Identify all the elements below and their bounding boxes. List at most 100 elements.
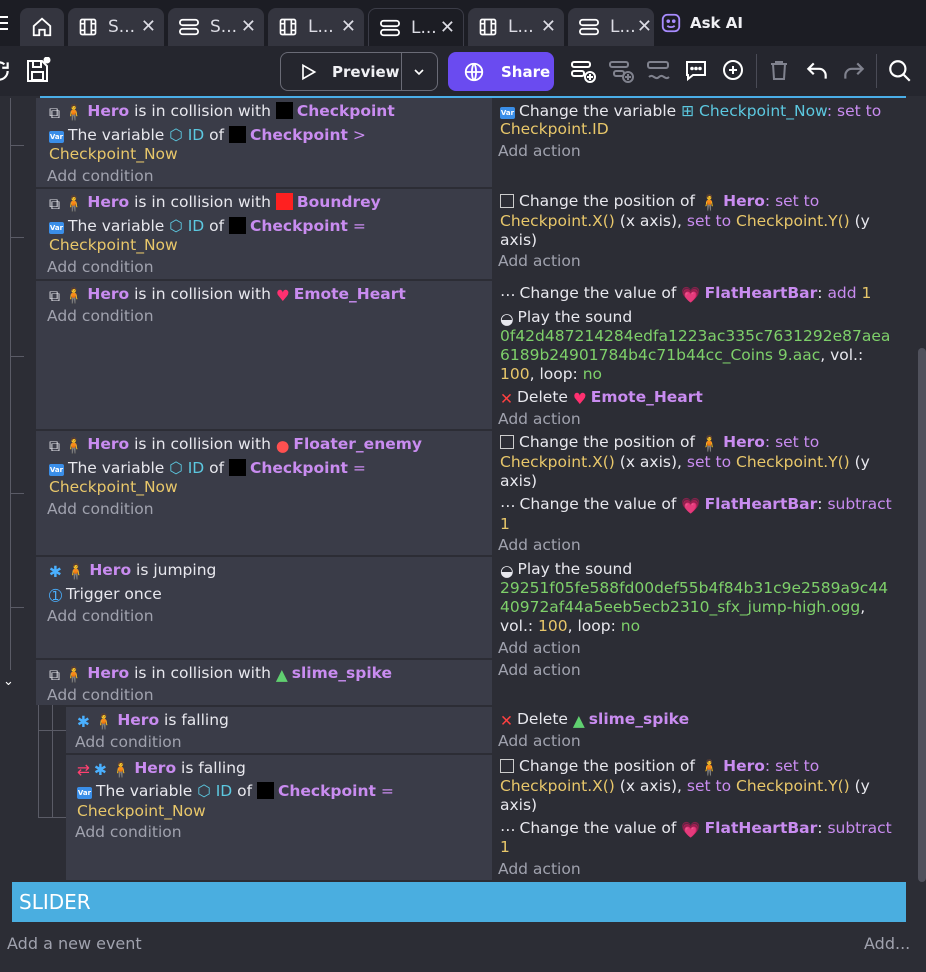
add-event-icon[interactable] (570, 58, 596, 84)
add-action-link[interactable]: Add action (498, 732, 581, 751)
add-sub-event-icon[interactable] (608, 58, 634, 84)
condition-variable[interactable]: Var The variable ⬡ ID of Checkpoint = (49, 459, 366, 478)
add-condition-link[interactable]: Add condition (75, 733, 182, 752)
tab-label: L... (610, 17, 636, 37)
action-change-position[interactable]: Change the position of 🧍 Hero: set to (500, 757, 819, 778)
share-button[interactable]: Share (448, 52, 554, 91)
add-more-link[interactable]: Add... (864, 934, 910, 953)
platformer-icon: ✱ (49, 563, 62, 581)
comment-icon[interactable] (684, 58, 708, 82)
inverted-condition-icon: ⇄ (77, 761, 90, 779)
action-play-sound[interactable]: ◒ Play the sound (500, 560, 632, 581)
condition-collision[interactable]: ⧉ 🧍 Hero is in collision with ● Floater_ene… (49, 435, 422, 456)
action-play-sound[interactable]: ◒ Play the sound (500, 308, 632, 329)
condition-collision[interactable]: ⧉ 🧍 Hero is in collision with Checkpoint (49, 102, 395, 123)
tab-label: L... (308, 17, 334, 37)
heart-bar-icon: 💗 (681, 286, 701, 304)
add-condition-link[interactable]: Add condition (47, 167, 154, 186)
add-condition-link[interactable]: Add condition (47, 307, 154, 326)
trigger-once-icon: ➀ (49, 587, 62, 605)
close-icon[interactable]: ✕ (637, 16, 652, 37)
redo-icon[interactable] (841, 58, 867, 84)
preview-button[interactable]: Preview (280, 52, 438, 91)
globe-icon (464, 62, 484, 81)
tab-label: L... (411, 17, 437, 38)
layers-icon (179, 18, 199, 36)
add-action-link[interactable]: Add action (498, 661, 581, 680)
action-delete[interactable]: ✕ Delete ♥ Emote_Heart (500, 388, 703, 409)
action-change-value[interactable]: ⋯ Change the value of 💗 FlatHeartBar: subt… (500, 495, 892, 516)
action-change-position[interactable]: Change the position of 🧍 Hero: set to (500, 433, 819, 454)
add-action-link[interactable]: Add action (498, 142, 581, 161)
condition-trigger-once[interactable]: ➀ Trigger once (49, 585, 162, 606)
heart-sprite-icon: ♥ (275, 287, 290, 305)
add-condition-link[interactable]: Add condition (47, 500, 154, 519)
ask-ai-button[interactable]: Ask AI (660, 12, 743, 34)
object-variable-icon: ⬡ (169, 126, 188, 144)
action-change-position[interactable]: Change the position of 🧍 Hero: set to (500, 192, 819, 213)
add-action-link[interactable]: Add action (498, 536, 581, 555)
variable-icon: Var (49, 131, 64, 143)
tab-1[interactable]: S... ✕ (68, 8, 164, 46)
scene-variable-icon: ⊞ (681, 102, 700, 120)
ai-face-icon (661, 13, 681, 33)
condition-collision[interactable]: ⧉ 🧍 Hero is in collision with Boundrey (49, 193, 381, 214)
add-condition-link[interactable]: Add condition (47, 258, 154, 277)
add-condition-link[interactable]: Add condition (47, 686, 154, 705)
collision-icon: ⧉ (49, 104, 61, 122)
tab-3[interactable]: L... ✕ (268, 8, 364, 46)
play-icon (302, 63, 317, 80)
home-icon (32, 17, 52, 37)
sync-icon[interactable] (0, 58, 10, 84)
condition-variable[interactable]: Var The variable ⬡ ID of Checkpoint > (49, 126, 366, 145)
search-icon[interactable] (887, 58, 913, 84)
add-action-link[interactable]: Add action (498, 639, 581, 658)
close-icon[interactable]: ✕ (440, 17, 455, 38)
menu-icon[interactable] (0, 16, 8, 30)
action-change-value[interactable]: ⋯ Change the value of 💗 FlatHeartBar: subt… (500, 819, 892, 840)
condition-collision[interactable]: ⧉ 🧍 Hero is in collision with ♥ Emote_Heart (49, 285, 406, 306)
more-icon: ⋯ (500, 286, 516, 304)
add-condition-link[interactable]: Add condition (47, 607, 154, 626)
film-icon (279, 18, 297, 36)
tab-5[interactable]: L... ✕ (468, 8, 564, 46)
add-condition-link[interactable]: Add condition (75, 823, 182, 842)
scrollbar[interactable] (918, 348, 926, 882)
condition-variable[interactable]: Var The variable ⬡ ID of Checkpoint = (49, 217, 366, 236)
boundrey-sprite-icon (275, 193, 293, 210)
close-icon[interactable]: ✕ (541, 16, 556, 37)
slime-spike-icon: ▲ (275, 666, 288, 684)
add-new-event-link[interactable]: Add a new event (7, 934, 142, 953)
add-circle-icon[interactable] (721, 58, 745, 82)
tab-2[interactable]: S... ✕ (168, 8, 264, 46)
tab-label: S... (108, 17, 136, 37)
action-change-variable[interactable]: Var Change the variable ⊞ Checkpoint_Now:… (500, 102, 881, 121)
delete-x-icon: ✕ (500, 390, 513, 408)
add-else-icon[interactable] (646, 58, 672, 84)
hero-sprite-icon: 🧍 (64, 104, 84, 122)
collapse-chevron-icon[interactable]: ⌄ (3, 674, 14, 689)
add-action-link[interactable]: Add action (498, 410, 581, 429)
add-action-link[interactable]: Add action (498, 860, 581, 879)
layers-icon (579, 18, 599, 36)
undo-icon[interactable] (804, 58, 830, 84)
condition-falling[interactable]: ✱ 🧍 Hero is falling (77, 711, 229, 732)
condition-jumping[interactable]: ✱ 🧍 Hero is jumping (49, 561, 216, 582)
condition-falling[interactable]: ⇄ ✱ 🧍 Hero is falling (77, 759, 246, 780)
add-action-link[interactable]: Add action (498, 252, 581, 271)
action-delete[interactable]: ✕ Delete ▲ slime_spike (500, 710, 689, 731)
tab-6[interactable]: L... ✕ (568, 8, 654, 46)
footer: Add a new event Add... (0, 922, 926, 972)
close-icon[interactable]: ✕ (341, 16, 356, 37)
action-change-value[interactable]: ⋯ Change the value of 💗 FlatHeartBar: add … (500, 284, 871, 305)
condition-variable[interactable]: Var The variable ⬡ ID of Checkpoint = (77, 782, 394, 801)
tab-4-active[interactable]: L... ✕ (368, 8, 464, 46)
chevron-down-icon[interactable] (411, 64, 427, 80)
save-icon[interactable] (24, 56, 52, 89)
close-icon[interactable]: ✕ (241, 16, 256, 37)
close-icon[interactable]: ✕ (141, 16, 156, 37)
group-slider[interactable]: SLIDER (12, 882, 906, 922)
trash-icon[interactable] (767, 58, 791, 82)
tab-home[interactable] (20, 8, 64, 46)
condition-collision[interactable]: ⧉ 🧍 Hero is in collision with ▲ slime_spike (49, 664, 392, 685)
